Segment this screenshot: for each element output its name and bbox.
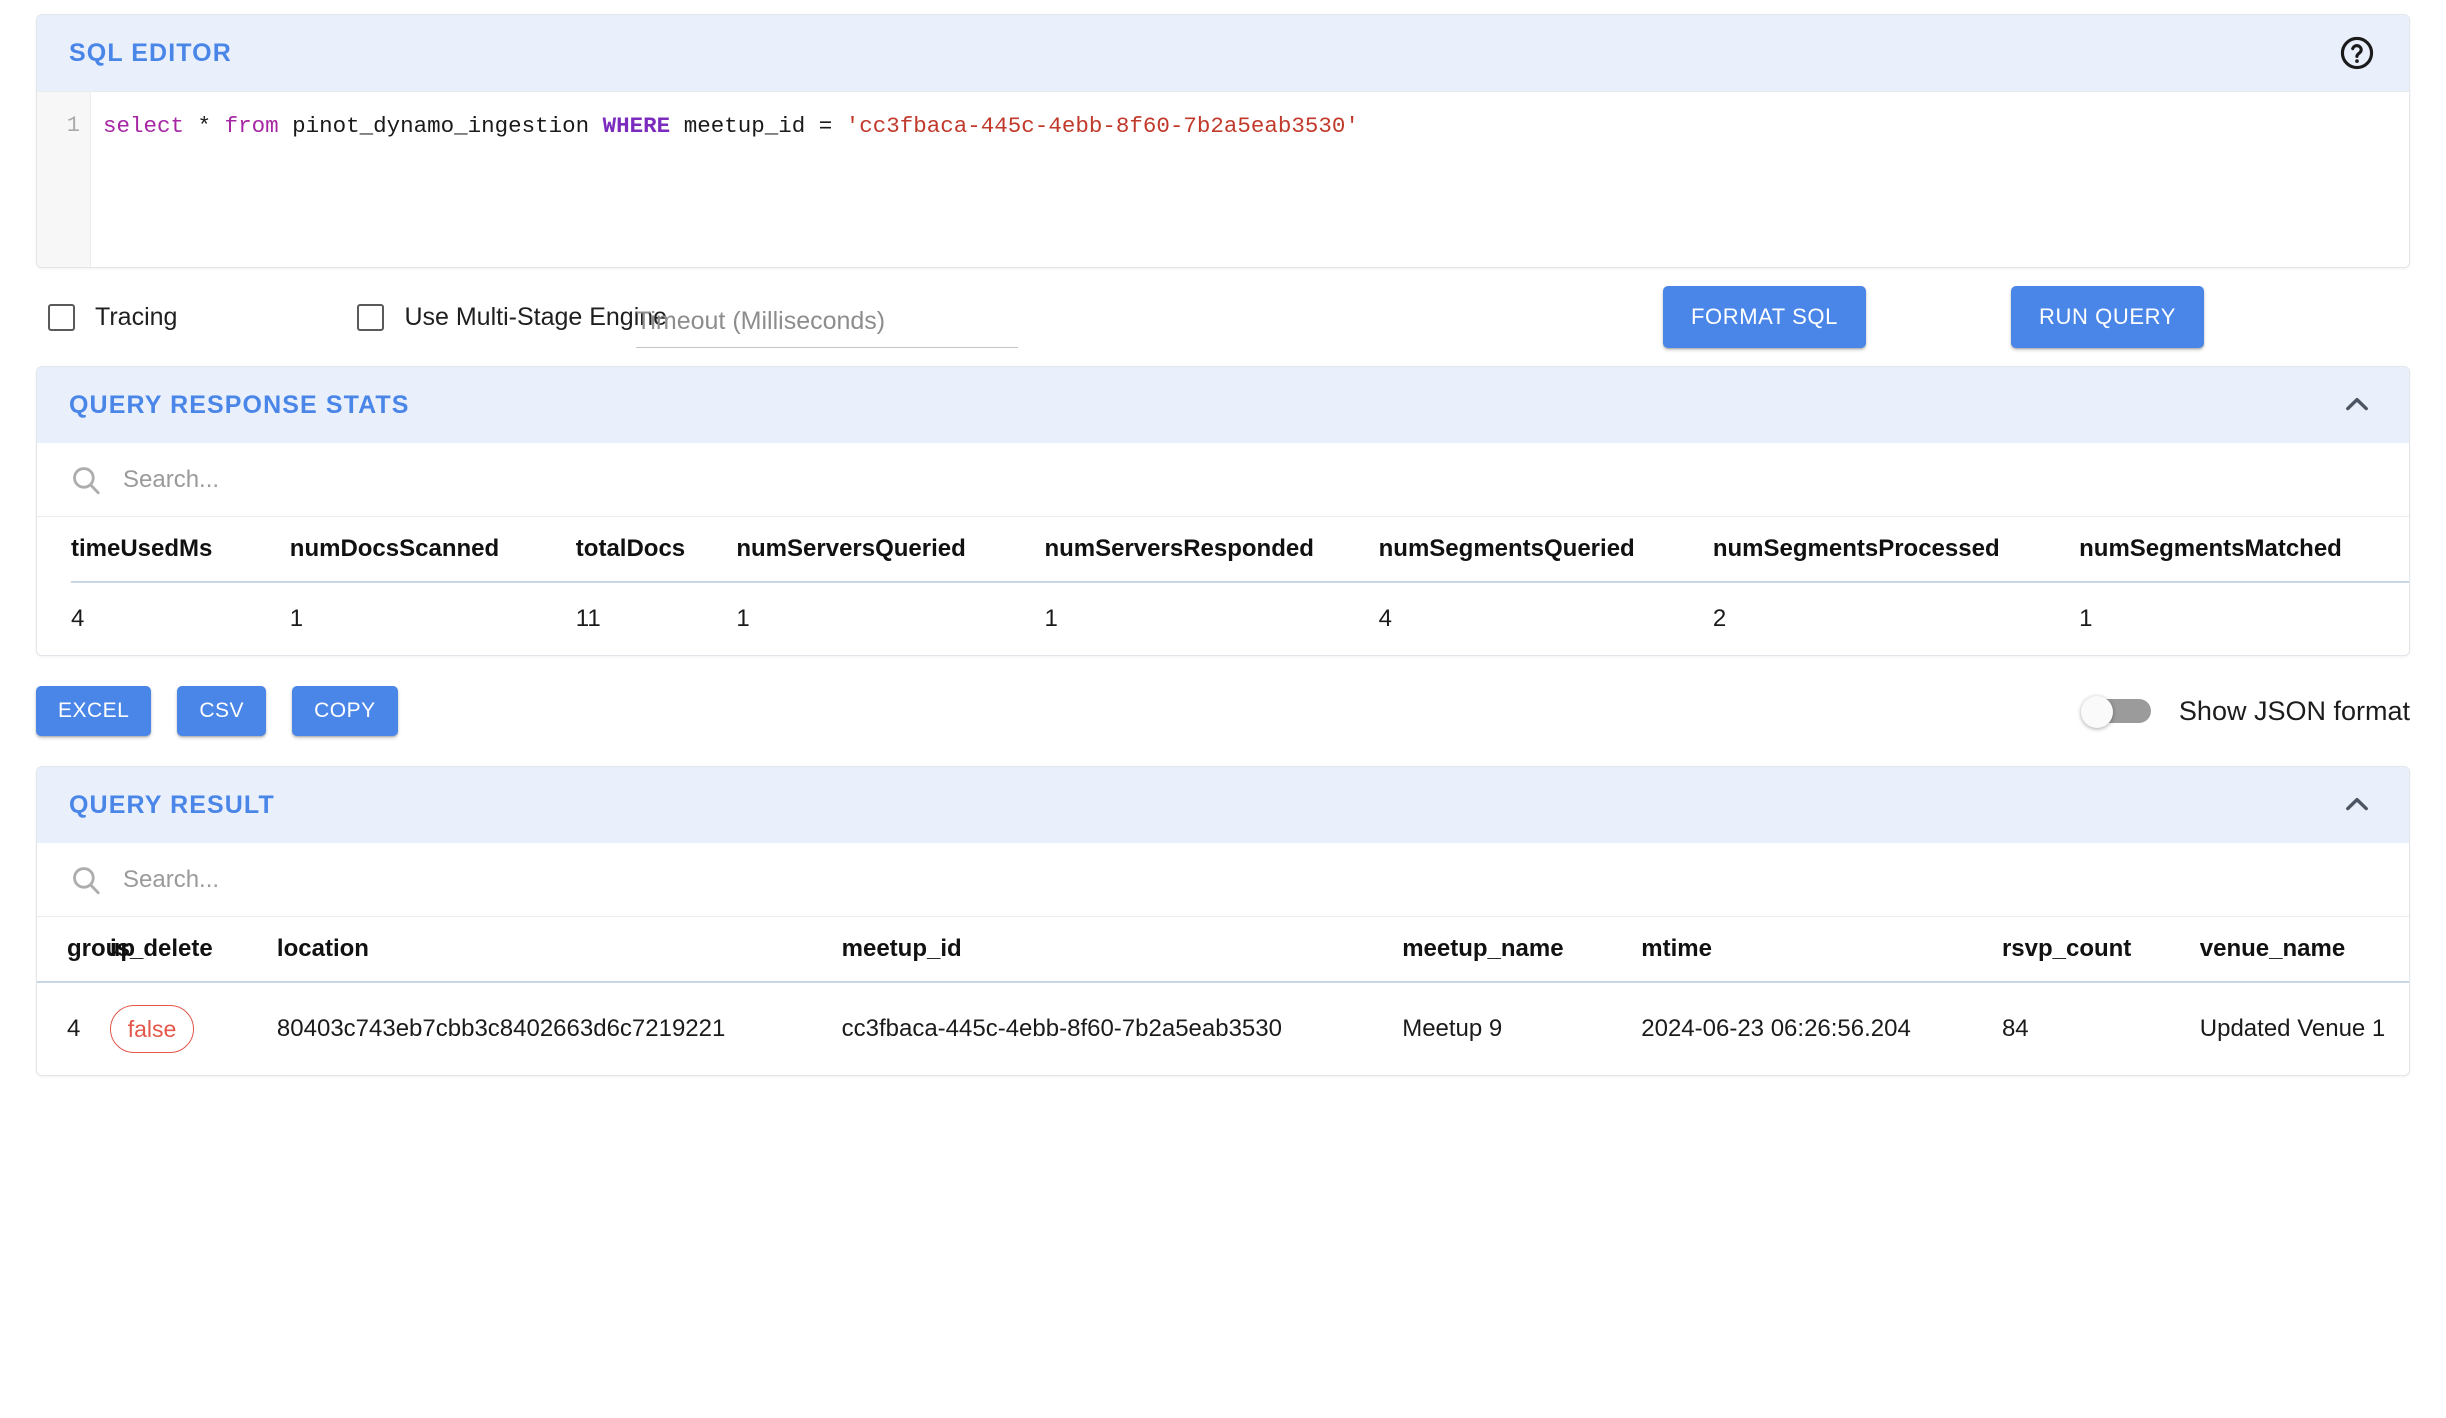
result-cell-rsvp_count: 84 bbox=[2001, 1015, 2029, 1042]
stats-col-numServersQueried[interactable]: numServersQueried bbox=[736, 517, 1045, 583]
query-response-stats-header: QUERY RESPONSE STATS bbox=[37, 367, 2409, 443]
query-controls-row: Tracing Use Multi-Stage Engine FORMAT SQ… bbox=[36, 268, 2410, 366]
chevron-up-icon[interactable] bbox=[2331, 379, 2383, 431]
multi-stage-label: Use Multi-Stage Engine bbox=[404, 302, 668, 331]
query-result-title: QUERY RESULT bbox=[69, 790, 275, 819]
result-header-row: group is_delete location meetup_id meetu… bbox=[37, 917, 2409, 983]
table-row: 4 false 80403c743eb7cbb3c8402663d6c72192… bbox=[37, 982, 2409, 1075]
tracing-checkbox-box[interactable] bbox=[48, 303, 75, 331]
result-search-row[interactable] bbox=[37, 843, 2409, 917]
result-col-location[interactable]: location bbox=[276, 917, 842, 983]
token-select: select bbox=[103, 113, 185, 139]
status-badge: false bbox=[109, 1005, 194, 1053]
line-number-gutter: 1 bbox=[37, 92, 91, 267]
stats-cell-numServersResponded: 1 bbox=[1044, 605, 1058, 632]
sql-editor-header: SQL EDITOR bbox=[37, 15, 2409, 91]
stats-cell-numSegmentsProcessed: 2 bbox=[1712, 605, 1727, 632]
stats-col-timeUsedMs[interactable]: timeUsedMs bbox=[71, 517, 290, 583]
stats-col-numSegmentsProcessed[interactable]: numSegmentsProcessed bbox=[1712, 517, 2080, 583]
result-search-input[interactable] bbox=[121, 864, 2377, 895]
use-multi-stage-engine-checkbox[interactable]: Use Multi-Stage Engine bbox=[357, 303, 667, 332]
stats-search-input[interactable] bbox=[121, 464, 2377, 495]
result-col-mtime[interactable]: mtime bbox=[1641, 917, 2002, 983]
token-star: * bbox=[197, 113, 212, 139]
stats-table-row: 4 1 11 1 1 4 2 1 4 bbox=[71, 582, 2409, 655]
stats-cell-timeUsedMs: 4 bbox=[71, 605, 85, 632]
token-space-2 bbox=[211, 113, 225, 139]
query-console-page: SQL EDITOR 1 select * from pinot_dynamo_… bbox=[0, 14, 2446, 1418]
token-string-literal: 'cc3fbaca-445c-4ebb-8f60-7b2a5eab3530' bbox=[845, 113, 1359, 139]
token-column-name: meetup_id bbox=[683, 113, 806, 139]
tracing-checkbox[interactable]: Tracing bbox=[48, 303, 177, 332]
stats-col-numDocsScanned[interactable]: numDocsScanned bbox=[289, 517, 576, 583]
stats-header-row: timeUsedMs numDocsScanned totalDocs numS… bbox=[71, 517, 2409, 583]
query-result-header: QUERY RESULT bbox=[37, 767, 2409, 843]
format-sql-button[interactable]: FORMAT SQL bbox=[1663, 286, 1866, 348]
csv-export-button[interactable]: CSV bbox=[177, 686, 267, 736]
toggle-switch[interactable] bbox=[2080, 696, 2153, 728]
result-cell-is_delete: false bbox=[109, 982, 277, 1075]
sql-editor-card: SQL EDITOR 1 select * from pinot_dynamo_… bbox=[36, 14, 2410, 268]
timeout-input[interactable] bbox=[636, 303, 1018, 348]
search-icon bbox=[69, 463, 103, 497]
show-json-format-toggle[interactable]: Show JSON format bbox=[2080, 695, 2410, 728]
stats-col-numSegmentsQueried[interactable]: numSegmentsQueried bbox=[1378, 517, 1713, 583]
token-where: WHERE bbox=[602, 113, 671, 139]
result-col-venue_name[interactable]: venue_name bbox=[2199, 917, 2409, 983]
stats-search-row[interactable] bbox=[37, 443, 2409, 517]
query-response-stats-table: timeUsedMs numDocsScanned totalDocs numS… bbox=[71, 517, 2409, 655]
search-icon bbox=[69, 863, 103, 897]
chevron-up-icon[interactable] bbox=[2331, 779, 2383, 831]
toggle-knob bbox=[2080, 696, 2113, 728]
token-space-5 bbox=[670, 113, 684, 139]
token-space-6 bbox=[805, 113, 819, 139]
token-space-4 bbox=[589, 113, 603, 139]
line-number-1: 1 bbox=[66, 113, 80, 138]
stats-table-scroll[interactable]: timeUsedMs numDocsScanned totalDocs numS… bbox=[37, 517, 2409, 655]
stats-cell-numServersQueried: 1 bbox=[736, 605, 750, 632]
result-cell-venue_name: Updated Venue 1 bbox=[2199, 1015, 2386, 1042]
query-result-table: group is_delete location meetup_id meetu… bbox=[37, 917, 2409, 1075]
stats-col-numServersResponded[interactable]: numServersResponded bbox=[1044, 517, 1379, 583]
tracing-label: Tracing bbox=[95, 302, 178, 331]
result-cell-group: 4 bbox=[67, 1015, 81, 1042]
query-response-stats-card: QUERY RESPONSE STATS timeUsedMs bbox=[36, 366, 2410, 656]
token-table-name: pinot_dynamo_ingestion bbox=[292, 113, 590, 139]
run-query-button[interactable]: RUN QUERY bbox=[2011, 286, 2205, 348]
token-space-3 bbox=[279, 113, 293, 139]
token-from: from bbox=[224, 113, 279, 139]
result-col-meetup_name[interactable]: meetup_name bbox=[1402, 917, 1642, 983]
result-cell-location: 80403c743eb7cbb3c8402663d6c7219221 bbox=[276, 1015, 726, 1042]
export-actions-row: EXCEL CSV COPY Show JSON format bbox=[36, 656, 2410, 766]
sql-editor-body[interactable]: 1 select * from pinot_dynamo_ingestion W… bbox=[37, 91, 2409, 267]
result-cell-mtime: 2024-06-23 06:26:56.204 bbox=[1641, 1015, 1911, 1042]
stats-cell-numDocsScanned: 1 bbox=[289, 605, 304, 632]
stats-col-numSegmentsMatched[interactable]: numSegmentsMatched bbox=[2079, 517, 2409, 583]
result-table-scroll[interactable]: group is_delete location meetup_id meetu… bbox=[37, 917, 2409, 1075]
result-cell-meetup_id: cc3fbaca-445c-4ebb-8f60-7b2a5eab3530 bbox=[841, 1015, 1282, 1042]
result-cell-meetup_name: Meetup 9 bbox=[1402, 1015, 1503, 1042]
timeout-field[interactable] bbox=[636, 303, 1018, 348]
token-equals: = bbox=[818, 113, 833, 139]
multi-stage-checkbox-box[interactable] bbox=[357, 303, 385, 331]
help-circle-icon[interactable] bbox=[2331, 27, 2383, 79]
stats-col-totalDocs[interactable]: totalDocs bbox=[575, 517, 737, 583]
query-result-card: QUERY RESULT group is_d bbox=[36, 766, 2410, 1076]
result-col-group[interactable]: group bbox=[37, 917, 135, 983]
show-json-format-label: Show JSON format bbox=[2178, 695, 2410, 726]
stats-cell-numSegmentsQueried: 4 bbox=[1378, 605, 1392, 632]
sql-editor-title: SQL EDITOR bbox=[69, 38, 232, 67]
token-space-1 bbox=[184, 113, 198, 139]
sql-code-area[interactable]: select * from pinot_dynamo_ingestion WHE… bbox=[91, 92, 2409, 267]
result-col-is_delete[interactable]: is_delete bbox=[109, 917, 277, 983]
result-col-rsvp_count[interactable]: rsvp_count bbox=[2001, 917, 2200, 983]
excel-export-button[interactable]: EXCEL bbox=[36, 686, 152, 736]
copy-button[interactable]: COPY bbox=[292, 686, 398, 736]
stats-cell-numSegmentsMatched: 1 bbox=[2079, 605, 2093, 632]
result-col-meetup_id[interactable]: meetup_id bbox=[841, 917, 1403, 983]
query-response-stats-title: QUERY RESPONSE STATS bbox=[69, 390, 410, 419]
token-space-7 bbox=[832, 113, 846, 139]
stats-cell-totalDocs: 11 bbox=[575, 605, 601, 632]
